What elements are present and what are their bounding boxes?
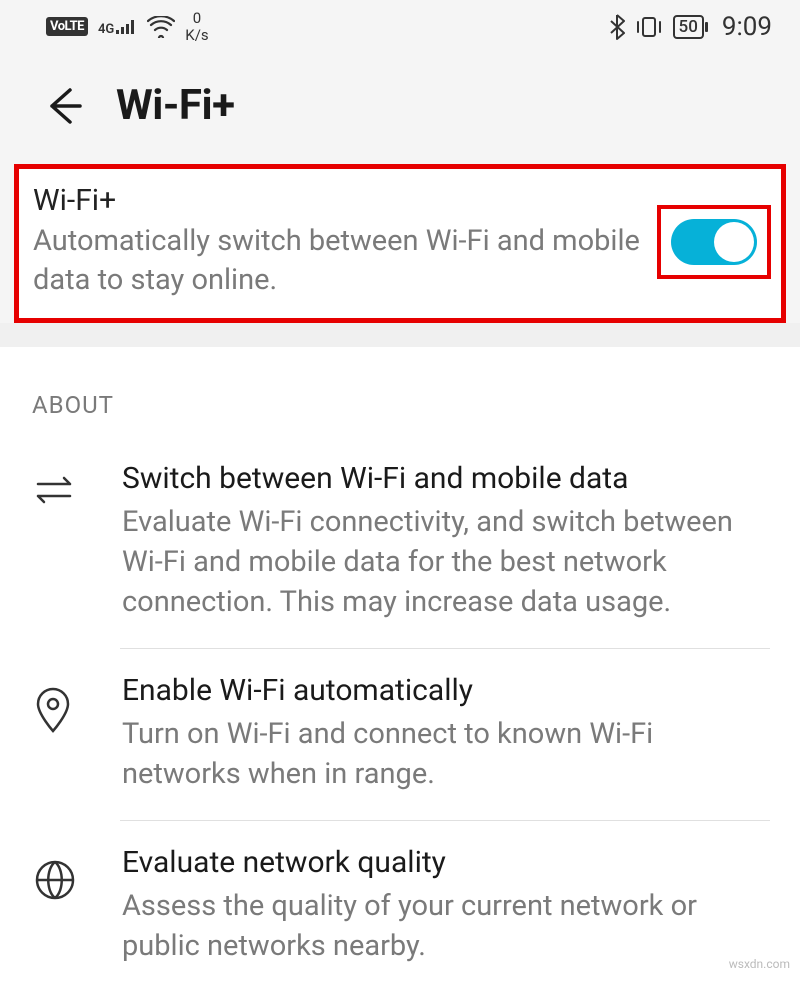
back-arrow-icon[interactable] bbox=[40, 84, 84, 128]
location-icon bbox=[34, 673, 84, 733]
wifi-plus-switch[interactable] bbox=[671, 219, 757, 265]
battery-icon: 50 bbox=[673, 15, 704, 39]
about-item-desc: Turn on Wi-Fi and connect to known Wi-Fi… bbox=[122, 714, 770, 794]
wifi-icon bbox=[147, 16, 175, 38]
page-header: Wi-Fi+ bbox=[0, 51, 800, 164]
toggle-switch-highlight bbox=[657, 205, 771, 279]
toggle-description: Automatically switch between Wi-Fi and m… bbox=[33, 222, 643, 300]
about-item-switch: Switch between Wi-Fi and mobile data Eva… bbox=[0, 437, 800, 648]
toggle-title: Wi-Fi+ bbox=[33, 183, 643, 218]
status-right: 50 9:09 bbox=[609, 12, 772, 42]
about-section: ABOUT Switch between Wi-Fi and mobile da… bbox=[0, 347, 800, 992]
about-item-title: Switch between Wi-Fi and mobile data bbox=[122, 461, 770, 496]
about-item-title: Evaluate network quality bbox=[122, 845, 770, 880]
wifi-plus-toggle-card: Wi-Fi+ Automatically switch between Wi-F… bbox=[14, 164, 786, 323]
net-speed: 0 K/s bbox=[185, 10, 208, 43]
about-item-desc: Evaluate Wi-Fi connectivity, and switch … bbox=[122, 502, 770, 622]
section-divider bbox=[0, 323, 800, 347]
about-label: ABOUT bbox=[0, 347, 800, 437]
bluetooth-icon bbox=[609, 14, 625, 40]
volte-badge: VoLTE bbox=[46, 17, 88, 36]
vibrate-icon bbox=[635, 15, 663, 39]
about-item-evaluate: Evaluate network quality Assess the qual… bbox=[0, 821, 800, 992]
clock: 9:09 bbox=[722, 12, 772, 42]
signal-4g-icon: 4G bbox=[98, 18, 137, 36]
watermark: wsxdn.com bbox=[729, 957, 790, 971]
about-item-auto-enable: Enable Wi-Fi automatically Turn on Wi-Fi… bbox=[0, 649, 800, 820]
about-item-desc: Assess the quality of your current netwo… bbox=[122, 886, 770, 966]
wifi-plus-toggle-row[interactable]: Wi-Fi+ Automatically switch between Wi-F… bbox=[33, 183, 771, 300]
page-title: Wi-Fi+ bbox=[116, 81, 234, 130]
arrows-icon bbox=[34, 461, 84, 505]
about-item-title: Enable Wi-Fi automatically bbox=[122, 673, 770, 708]
globe-icon bbox=[34, 845, 84, 901]
status-bar: VoLTE 4G 0 K/s 50 9:09 bbox=[0, 0, 800, 51]
status-left: VoLTE 4G 0 K/s bbox=[46, 10, 209, 43]
